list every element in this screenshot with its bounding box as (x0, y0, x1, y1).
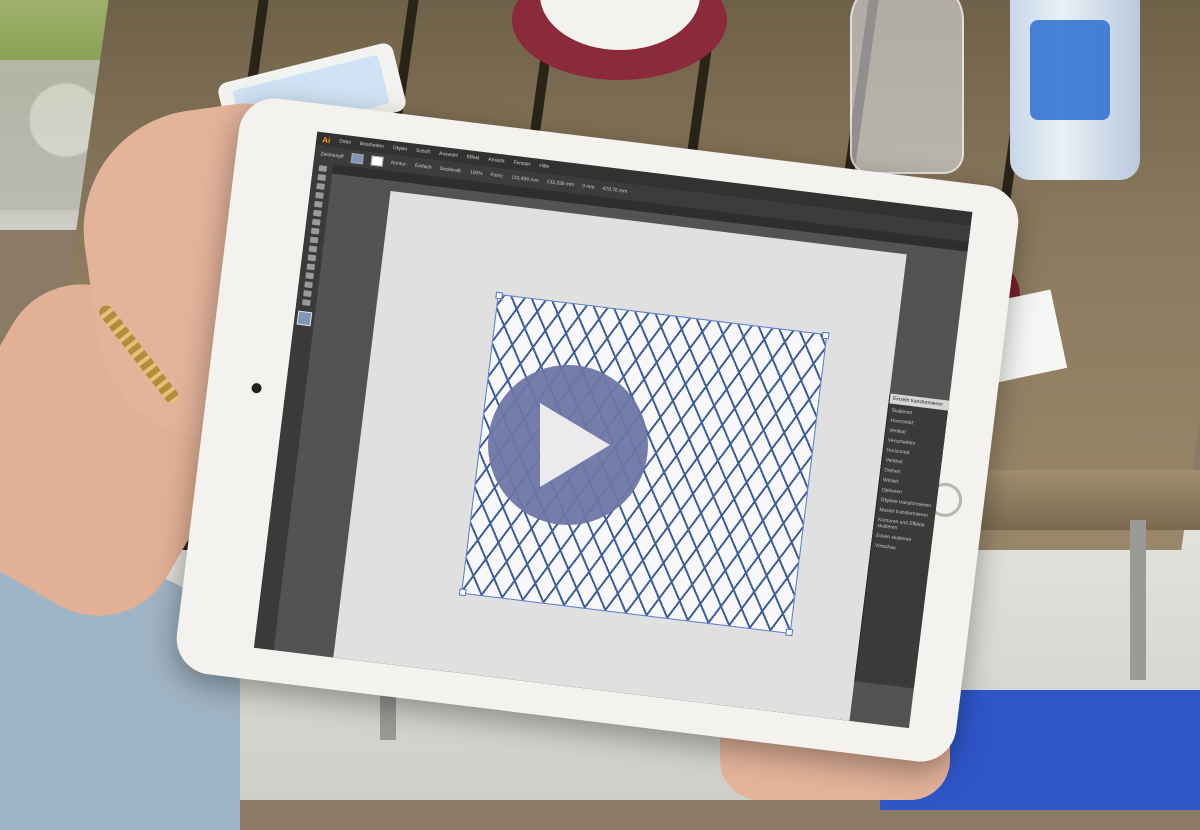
selection-handle[interactable] (458, 588, 467, 597)
table-leg (1130, 520, 1146, 680)
warp-tool-icon[interactable] (307, 254, 317, 262)
eyedropper-icon[interactable] (304, 281, 313, 289)
menu-edit[interactable]: Bearbeiten (359, 141, 384, 150)
fill-color-icon[interactable] (296, 310, 313, 327)
x-value[interactable]: 110,456 mm (511, 175, 539, 184)
selection-handle[interactable] (785, 628, 794, 637)
menu-type[interactable]: Schrift (416, 148, 431, 156)
menu-object[interactable]: Objekt (392, 145, 407, 153)
bottle-label (1030, 20, 1110, 120)
selection-label: Zeichenpfl (320, 151, 344, 160)
menu-effect[interactable]: Effekt (466, 154, 479, 162)
uniform-dropdown[interactable]: Einfach (415, 163, 432, 171)
opacity-label: Deckkraft: (439, 165, 463, 175)
opacity-value[interactable]: 100% (469, 170, 482, 178)
selection-tool-icon[interactable] (318, 165, 328, 173)
shape-builder-icon[interactable] (306, 263, 316, 271)
camera-icon (250, 382, 263, 394)
stroke-label: Kontur: (390, 159, 408, 168)
menu-view[interactable]: Ansicht (488, 157, 505, 165)
menu-window[interactable]: Fenster (513, 160, 531, 168)
wine-glass (850, 0, 964, 174)
pencil-tool-icon[interactable] (310, 227, 320, 235)
angle-value[interactable]: 0 mm (582, 183, 595, 190)
pen-icon[interactable] (316, 182, 325, 190)
selection-handle[interactable] (495, 291, 504, 300)
menu-help[interactable]: Hilfe (539, 163, 550, 170)
brush-tool-icon[interactable] (311, 218, 321, 226)
stroke-swatch[interactable] (370, 155, 384, 167)
gradient-tool-icon[interactable] (305, 272, 314, 280)
form-label: Form: (490, 172, 504, 180)
app-logo: Ai (321, 134, 331, 145)
play-button[interactable] (488, 365, 648, 525)
selection-handle[interactable] (821, 331, 830, 340)
hand-icon[interactable] (303, 290, 312, 298)
direct-selection-icon[interactable] (317, 174, 327, 181)
w-value[interactable]: 133,336 mm (546, 179, 574, 188)
menu-file[interactable]: Datei (339, 138, 351, 145)
line-tool-icon[interactable] (314, 200, 323, 208)
rotate-tool-icon[interactable] (309, 236, 319, 244)
menu-select[interactable]: Auswahl (439, 151, 458, 159)
zoom-icon[interactable] (302, 299, 311, 307)
play-icon (540, 403, 610, 487)
fill-swatch[interactable] (350, 153, 364, 165)
scale-tool-icon[interactable] (308, 245, 318, 253)
rectangle-tool-icon[interactable] (312, 209, 322, 217)
type-icon[interactable] (315, 191, 324, 199)
h-value[interactable]: 429,76 mm (602, 186, 628, 195)
